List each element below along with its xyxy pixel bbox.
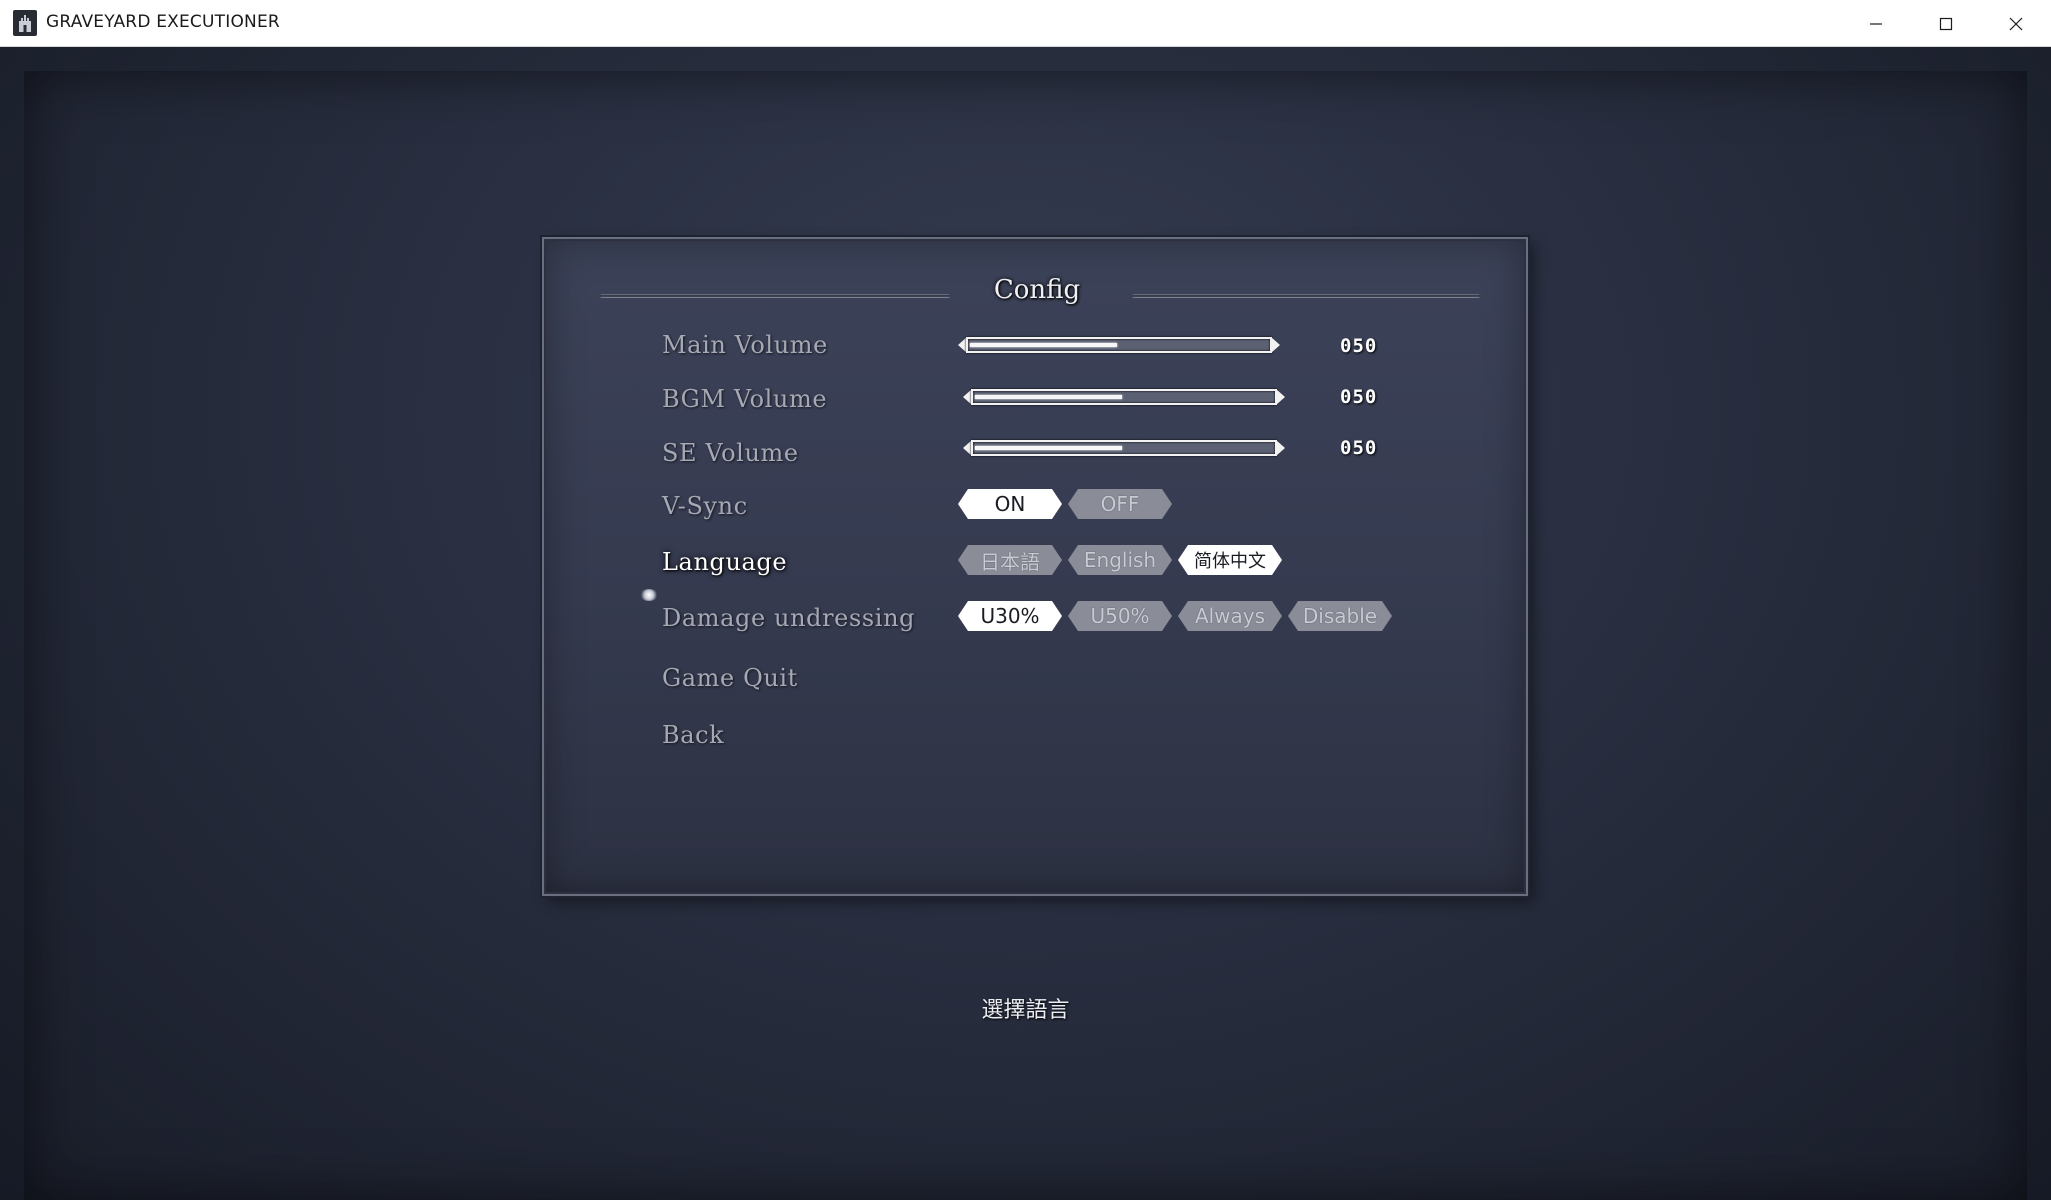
damage-u30-button[interactable]: U30% [958,601,1062,631]
bgm-volume-label[interactable]: BGM Volume [662,385,827,413]
config-panel: Config Main Volume 050 BGM Volume 050 SE… [542,237,1528,896]
language-chinese-button[interactable]: 简体中文 [1178,545,1282,575]
close-icon [2009,17,2023,30]
slider-track [971,389,1277,405]
main-volume-label[interactable]: Main Volume [662,331,828,359]
window-titlebar: GRAVEYARD EXECUTIONER [0,0,2051,47]
slider-fill [975,446,1122,450]
damage-always-button[interactable]: Always [1178,601,1282,631]
slider-right-arrow-icon[interactable] [1271,337,1280,353]
vsync-off-button[interactable]: OFF [1068,489,1172,519]
back-button[interactable]: Back [662,721,724,749]
language-japanese-button[interactable]: 日本語 [958,545,1062,575]
damage-u50-button[interactable]: U50% [1068,601,1172,631]
slider-fill [975,395,1122,399]
slider-right-arrow-icon[interactable] [1276,389,1285,405]
maximize-button[interactable] [1911,0,1981,47]
vsync-on-button[interactable]: ON [958,489,1062,519]
slider-fill [970,343,1117,347]
selection-cursor-icon [640,589,658,601]
close-button[interactable] [1981,0,2051,47]
language-english-button[interactable]: English [1068,545,1172,575]
main-volume-value: 050 [1340,335,1378,357]
window-title: GRAVEYARD EXECUTIONER [46,12,280,32]
language-label[interactable]: Language [662,548,787,576]
vsync-label[interactable]: V-Sync [662,492,748,520]
damage-disable-button[interactable]: Disable [1288,601,1392,631]
damage-undressing-label[interactable]: Damage undressing [662,604,915,632]
maximize-icon [1939,17,1953,30]
minimize-icon [1870,22,1882,25]
main-volume-slider[interactable] [958,335,1280,355]
se-volume-slider[interactable] [963,438,1285,458]
slider-right-arrow-icon[interactable] [1276,440,1285,456]
se-volume-value: 050 [1340,437,1378,459]
bgm-volume-slider[interactable] [963,387,1285,407]
config-title: Config [993,275,1081,305]
bgm-volume-value: 050 [1340,386,1378,408]
game-viewport: Config Main Volume 050 BGM Volume 050 SE… [0,47,2051,1200]
game-quit-button[interactable]: Game Quit [662,664,798,692]
help-text: 選擇語言 [981,998,1070,1023]
se-volume-label[interactable]: SE Volume [662,439,799,467]
minimize-button[interactable] [1841,0,1911,47]
title-divider-right [1132,294,1480,298]
slider-track [971,440,1277,456]
slider-track [966,337,1272,353]
castle-app-icon [13,10,37,36]
